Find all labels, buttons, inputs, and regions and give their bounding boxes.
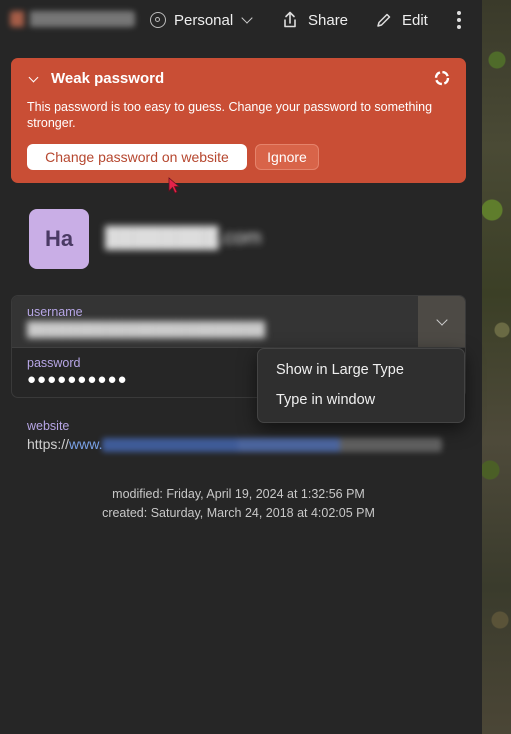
password-label: password: [27, 356, 81, 370]
modified-timestamp: modified: Friday, April 19, 2024 at 1:32…: [112, 487, 365, 501]
username-row[interactable]: username ████████████████████████: [12, 296, 465, 348]
mouse-cursor-icon: [168, 177, 180, 194]
more-options-button[interactable]: [450, 9, 468, 31]
edit-label: Edit: [402, 11, 428, 29]
website-value[interactable]: https://www.: [27, 436, 443, 453]
breadcrumb-redacted[interactable]: [10, 11, 135, 27]
username-actions-button[interactable]: [418, 296, 465, 347]
website-link-start[interactable]: www.: [69, 436, 102, 452]
banner-message: This password is too easy to guess. Chan…: [27, 100, 433, 130]
vault-label: Personal: [174, 11, 234, 29]
vault-selector[interactable]: Personal: [150, 9, 253, 31]
share-icon: [284, 11, 296, 28]
background-window-strip: [482, 0, 511, 734]
share-button[interactable]: Share: [282, 9, 348, 31]
strength-meter-icon: [434, 70, 450, 86]
banner-title: Weak password: [51, 70, 165, 87]
share-label: Share: [308, 11, 349, 29]
username-actions-menu: Show in Large Type Type in window: [257, 348, 465, 423]
website-prefix: https://: [27, 436, 70, 452]
menu-item-type-in-window[interactable]: Type in window: [276, 392, 375, 408]
chevron-down-icon[interactable]: [28, 72, 39, 83]
weak-password-banner: Weak password This password is too easy …: [11, 58, 466, 183]
pencil-icon: [377, 13, 391, 27]
password-value[interactable]: ●●●●●●●●●●: [27, 371, 128, 388]
username-value-redacted[interactable]: ████████████████████████: [27, 321, 265, 337]
chevron-down-icon: [241, 12, 253, 24]
menu-item-show-large-type[interactable]: Show in Large Type: [276, 362, 404, 378]
website-label: website: [27, 419, 70, 433]
change-password-button[interactable]: Change password on website: [27, 144, 247, 170]
created-timestamp: created: Saturday, March 24, 2018 at 4:0…: [102, 506, 375, 520]
item-title-redacted: ████████.com: [105, 227, 262, 249]
username-label: username: [27, 305, 83, 319]
vault-icon: [150, 12, 166, 28]
item-avatar: Ha: [29, 209, 89, 269]
chevron-down-icon: [436, 314, 448, 326]
item-header: Personal Share Edit: [0, 0, 482, 40]
ignore-button[interactable]: Ignore: [255, 144, 319, 170]
edit-button[interactable]: Edit: [376, 9, 428, 31]
website-url-redacted: [102, 438, 443, 453]
